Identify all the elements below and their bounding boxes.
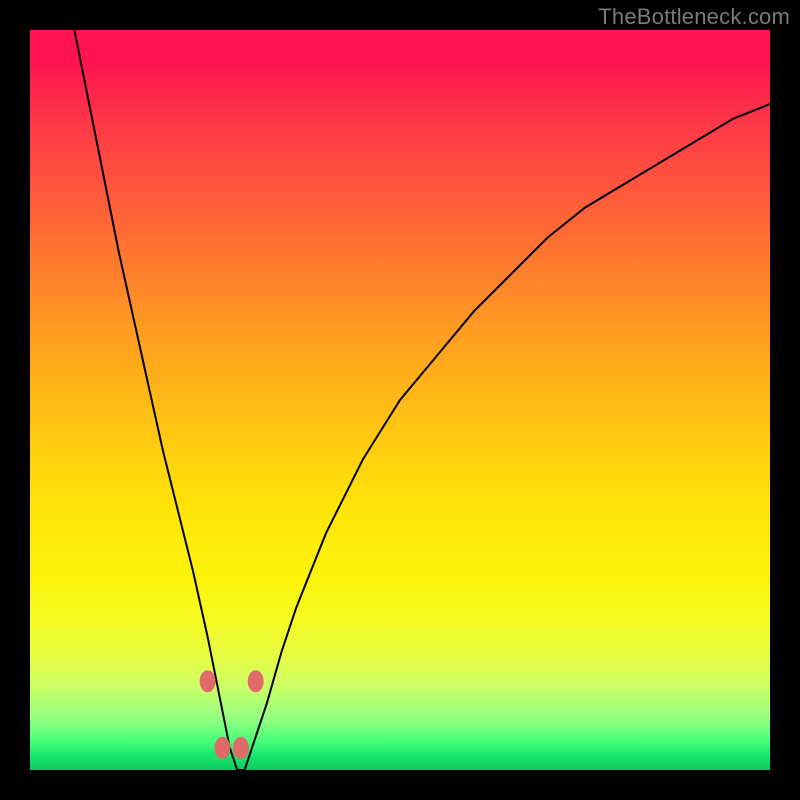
plot-area (30, 30, 770, 770)
chart-frame: TheBottleneck.com (0, 0, 800, 800)
curve-marker (214, 737, 230, 759)
chart-svg (30, 30, 770, 770)
marker-group (200, 670, 264, 759)
watermark-text: TheBottleneck.com (598, 4, 790, 30)
curve-marker (248, 670, 264, 692)
curve-marker (200, 670, 216, 692)
bottleneck-curve (74, 30, 770, 770)
curve-marker (233, 737, 249, 759)
